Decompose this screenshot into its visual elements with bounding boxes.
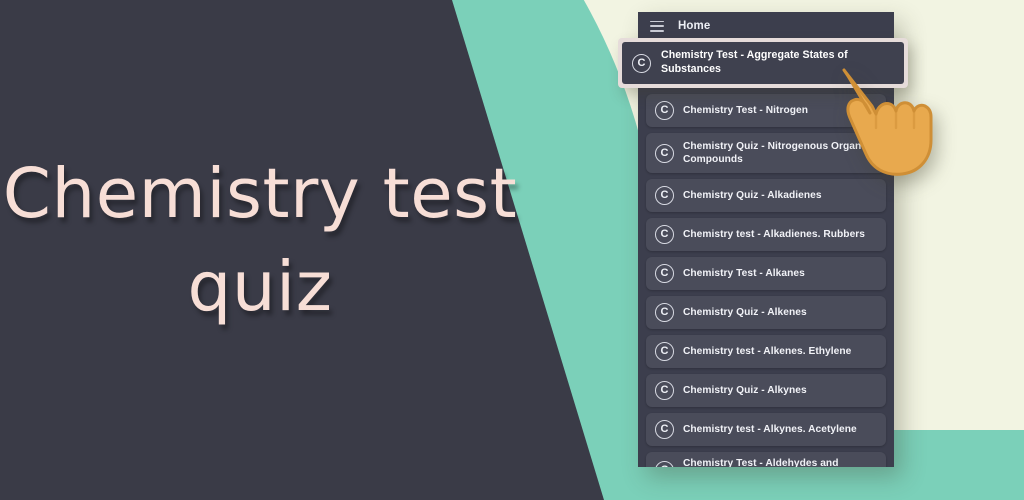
circle-c-icon: C [655, 264, 674, 283]
circle-c-icon: C [655, 225, 674, 244]
hamburger-icon[interactable] [650, 20, 664, 32]
list-item[interactable]: C Chemistry Quiz - Alkenes [646, 296, 886, 329]
list-item[interactable]: C Chemistry test - Alkadienes. Rubbers [646, 218, 886, 251]
list-item[interactable]: C Chemistry test - Alkynes. Acetylene [646, 413, 886, 446]
list-item-label: Chemistry Test - Alkanes [683, 267, 805, 279]
list-item-label: Chemistry test - Alkadienes. Rubbers [683, 228, 866, 240]
list-item[interactable]: C Chemistry Test - Alkanes [646, 257, 886, 290]
list-item-label: Chemistry Quiz - Alkynes [683, 384, 807, 396]
circle-c-icon: C [655, 143, 674, 163]
circle-c-icon: C [655, 186, 674, 205]
list-item[interactable]: C Chemistry Test - Aldehydes and Ketones [646, 452, 886, 467]
circle-c-icon: C [655, 101, 674, 120]
list-item-label: Chemistry test - Alkynes. Acetylene [683, 423, 857, 435]
list-item-label: Chemistry Test - Aldehydes and Ketones [683, 458, 839, 467]
list-item[interactable]: C Chemistry test - Alkenes. Ethylene [646, 335, 886, 368]
list-item[interactable]: C Chemistry Quiz - Alkynes [646, 374, 886, 407]
list-item[interactable]: C Chemistry Quiz - Alkadienes [646, 179, 886, 212]
promo-banner: Chemistry test quiz Home C Chemistry Tes… [0, 0, 1024, 500]
circle-c-icon: C [655, 381, 674, 400]
circle-c-icon: C [655, 342, 674, 361]
pointing-hand-icon [836, 62, 948, 180]
circle-c-icon: C [655, 420, 674, 439]
list-item-label: Chemistry Test - Nitrogen [683, 104, 809, 116]
list-item-label: Chemistry test - Alkenes. Ethylene [683, 345, 852, 357]
list-item-label: Chemistry Quiz - Alkenes [683, 306, 807, 318]
circle-c-icon: C [655, 303, 674, 322]
circle-c-icon: C [632, 53, 651, 73]
app-bar: Home [638, 12, 894, 40]
circle-c-icon: C [655, 460, 674, 467]
app-bar-title: Home [678, 20, 711, 32]
list-item-label: Chemistry Quiz - Alkadienes [683, 189, 822, 201]
